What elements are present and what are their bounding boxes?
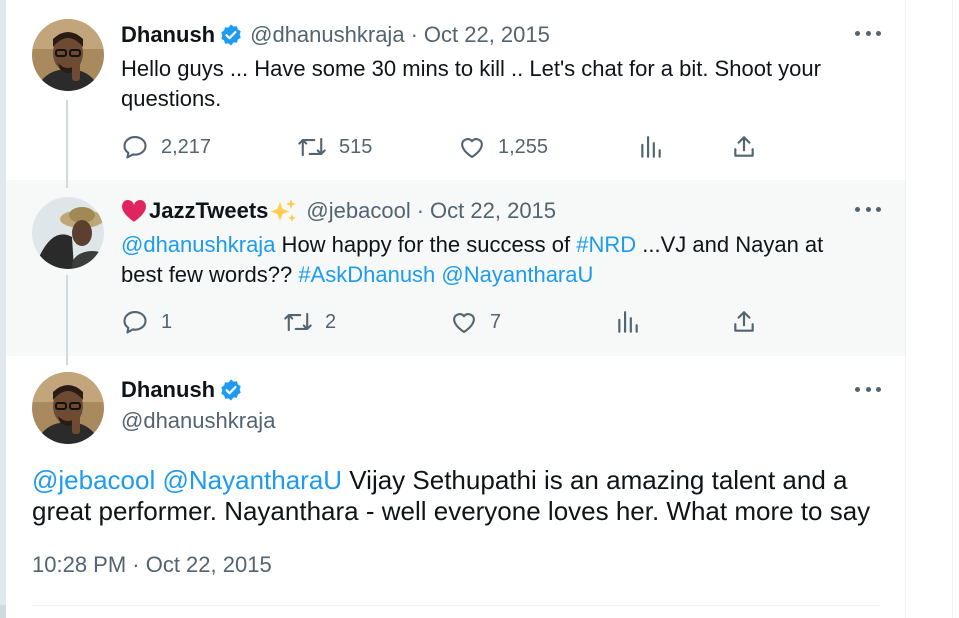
author-handle[interactable]: @jebacool <box>306 197 410 225</box>
jazztweets-avatar-image <box>32 197 104 269</box>
tweet-text: @dhanushkraja How happy for the success … <box>121 230 861 290</box>
share-button[interactable] <box>731 133 757 161</box>
avatar[interactable] <box>32 197 104 269</box>
like-icon <box>453 313 475 333</box>
left-edge-bar-bottom <box>0 605 6 618</box>
timeline-right-border <box>905 0 906 618</box>
separator-dot: · <box>416 198 425 223</box>
tweet-header: Dhanush <box>121 377 250 403</box>
reply-icon <box>123 136 147 159</box>
share-button[interactable] <box>731 308 757 336</box>
heart-emoji <box>121 199 147 223</box>
avatar[interactable] <box>32 19 104 91</box>
dhanush-avatar-image <box>32 372 104 444</box>
views-button[interactable] <box>615 308 641 336</box>
mention-link[interactable]: @NayantharaU <box>441 262 593 287</box>
reply-icon <box>123 311 147 334</box>
author-name[interactable]: Dhanush <box>121 377 215 403</box>
more-icon[interactable] <box>855 31 881 39</box>
views-icon <box>641 136 661 158</box>
share-icon <box>734 311 754 332</box>
tweet-text: @jebacool @NayantharaU Vijay Sethupathi … <box>32 465 892 527</box>
text-segment: How happy for the success of <box>275 232 577 257</box>
like-count: 1,255 <box>498 135 549 158</box>
thread-line <box>66 275 68 365</box>
author-handle[interactable]: @dhanushkraja <box>250 21 404 49</box>
thread-line <box>66 100 68 188</box>
mention-link[interactable]: @dhanushkraja <box>121 232 275 257</box>
dhanush-avatar-image <box>32 19 104 91</box>
author-handle[interactable]: @dhanushkraja <box>121 408 275 434</box>
sidebar-border <box>952 0 953 618</box>
retweet-count: 2 <box>325 310 337 333</box>
reply-count: 1 <box>161 310 173 333</box>
reply-count: 2,217 <box>161 135 212 158</box>
retweet-icon <box>284 312 312 332</box>
tweet-date[interactable]: Oct 22, 2015 <box>430 197 556 225</box>
mention-link[interactable]: @NayantharaU <box>162 465 342 495</box>
verified-badge-icon <box>219 378 243 402</box>
separator-dot: · <box>410 22 418 47</box>
like-icon <box>461 138 483 158</box>
retweet-button[interactable]: 515 <box>297 133 372 161</box>
verified-badge-icon <box>219 23 243 47</box>
share-icon <box>734 136 754 157</box>
author-name[interactable]: JazzTweets <box>149 197 268 225</box>
sparkles-emoji <box>270 198 298 224</box>
like-button[interactable]: 7 <box>450 308 501 336</box>
more-icon[interactable] <box>855 207 881 215</box>
tweet-header: JazzTweets @jebacool · Oct 22, 2015 <box>121 197 556 225</box>
like-button[interactable]: 1,255 <box>458 133 548 161</box>
author-name[interactable]: Dhanush <box>121 21 215 49</box>
divider <box>32 605 880 606</box>
tweet-header: Dhanush @dhanushkraja · Oct 22, 2015 <box>121 21 550 49</box>
mention-link[interactable]: @jebacool <box>32 465 155 495</box>
more-icon[interactable] <box>855 387 881 395</box>
reply-button[interactable]: 2,217 <box>121 133 211 161</box>
retweet-icon <box>298 137 326 157</box>
reply-button[interactable]: 1 <box>121 308 172 336</box>
avatar[interactable] <box>32 372 104 444</box>
tweet-timestamp[interactable]: 10:28 PM · Oct 22, 2015 <box>32 552 272 578</box>
retweet-button[interactable]: 2 <box>283 308 336 336</box>
tweet-date[interactable]: Oct 22, 2015 <box>424 21 550 49</box>
views-button[interactable] <box>638 133 664 161</box>
hashtag-link[interactable]: #AskDhanush <box>298 262 435 287</box>
hashtag-link[interactable]: #NRD <box>576 232 636 257</box>
views-icon <box>618 311 638 333</box>
retweet-count: 515 <box>339 135 373 158</box>
like-count: 7 <box>490 310 502 333</box>
tweet-text: Hello guys ... Have some 30 mins to kill… <box>121 56 821 111</box>
